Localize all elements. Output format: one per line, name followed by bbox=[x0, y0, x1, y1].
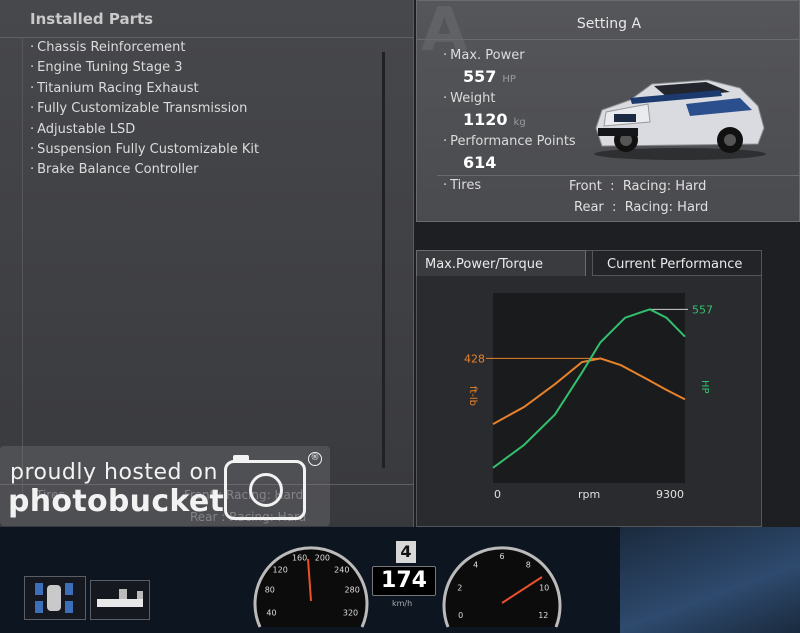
pp-value: 614 bbox=[463, 153, 497, 172]
power-torque-chart: 428 557 ft-lb HP 0 rpm 9300 bbox=[464, 293, 713, 501]
setting-title: Setting A bbox=[576, 16, 642, 32]
gauge-tick-label: 280 bbox=[345, 586, 360, 595]
gauge-tick-label: 6 bbox=[499, 552, 504, 561]
gauge-tick-label: 2 bbox=[457, 583, 462, 592]
tab-max-power-torque[interactable]: Max.Power/Torque bbox=[416, 250, 586, 276]
power-peak-label: 557 bbox=[692, 303, 713, 316]
divider bbox=[437, 175, 800, 176]
rear-tire: Rear : Racing: Hard bbox=[574, 200, 709, 215]
x-end-label: 9300 bbox=[656, 488, 684, 501]
part-item[interactable]: Fully Customizable Transmission bbox=[30, 99, 259, 119]
x-start-label: 0 bbox=[494, 488, 501, 501]
part-item[interactable]: Adjustable LSD bbox=[30, 120, 259, 140]
weight-value: 1120 kg bbox=[463, 110, 526, 129]
fuel-gauge bbox=[90, 580, 150, 620]
gauge-tick-label: 80 bbox=[265, 586, 275, 595]
y-left-label: ft-lb bbox=[467, 386, 478, 406]
gauge-tick-label: 120 bbox=[273, 565, 288, 574]
front-tire: Front : Racing: Hard bbox=[569, 179, 707, 194]
plot-area bbox=[493, 293, 685, 483]
watermark-line1: proudly hosted on bbox=[10, 460, 218, 485]
part-item[interactable]: Titanium Racing Exhaust bbox=[30, 79, 259, 99]
parts-list: Chassis Reinforcement Engine Tuning Stag… bbox=[30, 38, 259, 181]
tachometer-gauge: 0 2 4 6 8 10 12 bbox=[442, 546, 562, 628]
gauge-tick-label: 8 bbox=[526, 561, 531, 570]
gauge-tick-label: 10 bbox=[539, 583, 549, 592]
gauge-tick-label: 200 bbox=[315, 554, 330, 563]
part-item[interactable]: Engine Tuning Stage 3 bbox=[30, 58, 259, 78]
max-power-value: 557 HP bbox=[463, 67, 516, 86]
part-item[interactable]: Chassis Reinforcement bbox=[30, 38, 259, 58]
speed-readout: 174 bbox=[372, 566, 436, 596]
gauge-tick-label: 4 bbox=[473, 561, 478, 570]
part-item[interactable]: Brake Balance Controller bbox=[30, 160, 259, 180]
gauge-tick-label: 40 bbox=[266, 608, 276, 617]
x-axis-label: rpm bbox=[578, 488, 600, 501]
track-background bbox=[620, 527, 800, 633]
torque-peak-label: 428 bbox=[464, 352, 485, 365]
max-power-label: Max. Power bbox=[443, 48, 524, 63]
y-right-label: HP bbox=[699, 380, 710, 394]
installed-parts-title: Installed Parts bbox=[30, 10, 154, 28]
gauge-tick-label: 12 bbox=[538, 611, 548, 620]
tire-wear-indicator bbox=[24, 576, 86, 620]
divider bbox=[417, 39, 800, 40]
gauge-tick-label: 160 bbox=[292, 554, 307, 563]
camera-icon bbox=[224, 455, 306, 520]
speedometer-gauge: 40 80 120 160 200 240 280 320 bbox=[253, 546, 369, 628]
scrollbar[interactable] bbox=[382, 52, 385, 468]
tires-label: Tires bbox=[443, 178, 481, 193]
gauge-tick-label: 0 bbox=[458, 611, 463, 620]
gauge-tick-label: 320 bbox=[343, 608, 358, 617]
photobucket-watermark: proudly hosted on photobucket ® bbox=[0, 446, 330, 526]
registered-icon: ® bbox=[308, 452, 322, 466]
watermark-line2: photobucket bbox=[8, 484, 225, 519]
speed-unit: km/h bbox=[392, 599, 413, 608]
divider bbox=[22, 38, 23, 508]
tab-current-performance[interactable]: Current Performance bbox=[592, 250, 762, 276]
car-image bbox=[590, 70, 768, 166]
gauge-tick-label: 240 bbox=[334, 565, 349, 574]
part-item[interactable]: Suspension Fully Customizable Kit bbox=[30, 140, 259, 160]
weight-label: Weight bbox=[443, 91, 495, 106]
gear-indicator: 4 bbox=[396, 541, 416, 563]
pp-label: Performance Points bbox=[443, 134, 576, 149]
